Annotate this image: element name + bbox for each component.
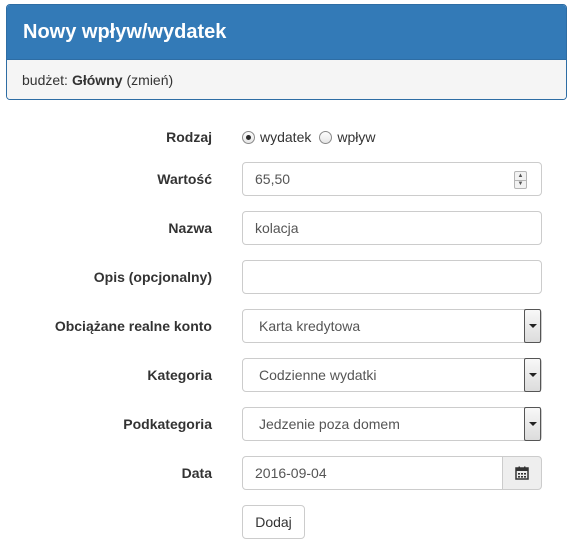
radio-wplyw-label: wpływ xyxy=(337,129,376,145)
form-panel: Nowy wpływ/wydatek budżet: Główny (zmień… xyxy=(6,4,567,100)
spinner-down-icon[interactable]: ▼ xyxy=(515,181,526,189)
submit-row: Dodaj xyxy=(0,505,567,539)
subcategory-row: Podkategoria Jedzenie poza domem xyxy=(0,407,567,441)
value-text: 65,50 xyxy=(255,171,291,187)
name-row: Nazwa kolacja xyxy=(0,211,567,245)
radio-wplyw[interactable]: wpływ xyxy=(319,129,375,145)
value-row: Wartość 65,50 ▲ ▼ xyxy=(0,162,567,196)
date-label: Data xyxy=(181,465,212,481)
account-select[interactable]: Karta kredytowa xyxy=(242,309,542,343)
account-label: Obciążane realne konto xyxy=(54,318,212,334)
dropdown-arrow-icon[interactable] xyxy=(524,358,541,392)
submit-button[interactable]: Dodaj xyxy=(242,505,305,539)
spinner-icon[interactable]: ▲ ▼ xyxy=(514,171,527,189)
spinner-up-icon[interactable]: ▲ xyxy=(515,172,526,181)
name-text: kolacja xyxy=(255,220,299,236)
description-input[interactable] xyxy=(242,260,542,294)
date-input[interactable]: 2016-09-04 xyxy=(242,456,503,490)
category-label: Kategoria xyxy=(147,367,212,383)
date-value: 2016-09-04 xyxy=(255,465,327,481)
radio-unselected-icon[interactable] xyxy=(319,130,333,144)
description-row: Opis (opcjonalny) xyxy=(0,260,567,294)
budget-bar: budżet: Główny (zmień) xyxy=(7,60,566,99)
name-input[interactable]: kolacja xyxy=(242,211,542,245)
radio-wydatek-label: wydatek xyxy=(260,129,312,145)
name-label: Nazwa xyxy=(168,220,212,236)
radio-wydatek[interactable]: wydatek xyxy=(242,129,311,145)
dropdown-arrow-icon[interactable] xyxy=(524,309,541,343)
page-title: Nowy wpływ/wydatek xyxy=(23,20,227,43)
subcategory-select[interactable]: Jedzenie poza domem xyxy=(242,407,542,441)
calendar-button[interactable] xyxy=(502,456,542,490)
value-label: Wartość xyxy=(157,171,212,187)
category-value: Codzienne wydatki xyxy=(259,367,377,383)
type-radio-group: wydatek wpływ xyxy=(242,120,383,154)
calendar-icon[interactable] xyxy=(515,466,529,480)
dropdown-arrow-icon[interactable] xyxy=(524,407,541,441)
account-value: Karta kredytowa xyxy=(259,318,361,334)
type-label: Rodzaj xyxy=(166,129,212,145)
subcategory-value: Jedzenie poza domem xyxy=(259,416,400,432)
change-budget-link[interactable]: (zmień) xyxy=(127,72,174,88)
budget-prefix: budżet: xyxy=(22,71,68,88)
account-row: Obciążane realne konto Karta kredytowa xyxy=(0,309,567,343)
value-input[interactable]: 65,50 ▲ ▼ xyxy=(242,162,542,196)
category-select[interactable]: Codzienne wydatki xyxy=(242,358,542,392)
budget-name: Główny xyxy=(71,71,123,88)
panel-heading: Nowy wpływ/wydatek xyxy=(7,5,566,60)
description-label: Opis (opcjonalny) xyxy=(93,269,212,285)
category-row: Kategoria Codzienne wydatki xyxy=(0,358,567,392)
subcategory-label: Podkategoria xyxy=(123,416,212,432)
date-row: Data 2016-09-04 xyxy=(0,456,567,490)
radio-selected-icon[interactable] xyxy=(242,130,255,144)
type-row: Rodzaj wydatek wpływ xyxy=(0,120,567,154)
